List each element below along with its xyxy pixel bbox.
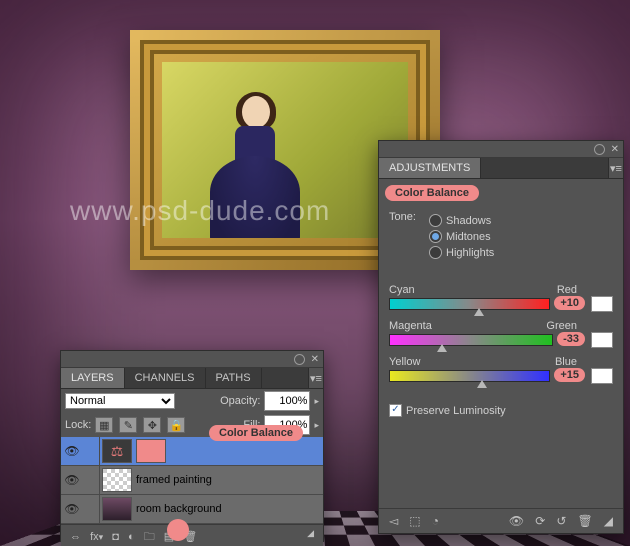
adjustment-layer-icon[interactable]: ◐ — [125, 531, 138, 543]
expand-icon[interactable]: ⬚ — [405, 514, 424, 528]
tone-shadows-radio[interactable]: Shadows — [429, 214, 494, 227]
slider-yellow-blue: Yellow Blue +15 — [389, 356, 613, 384]
return-icon[interactable]: ◅ — [385, 514, 402, 528]
lock-transparency-icon[interactable]: ▦ — [95, 417, 113, 433]
radio-icon — [429, 246, 442, 259]
lock-pixels-icon[interactable]: ✎ — [119, 417, 137, 433]
visibility-icon[interactable]: 👁 — [61, 444, 83, 458]
radio-icon — [429, 230, 442, 243]
slider-value-input[interactable] — [591, 332, 613, 348]
adjustment-thumb-icon[interactable]: ⚖ — [102, 439, 132, 463]
slider-value-highlight: +15 — [554, 368, 585, 382]
layers-list: 👁 ⚖ Color Balance 👁 framed painting 👁 ro… — [61, 437, 323, 524]
slider-magenta-green: Magenta Green -33 — [389, 320, 613, 348]
slider-left-label: Yellow — [389, 356, 420, 368]
layer-mask-icon[interactable]: ◘ — [109, 531, 122, 543]
visibility-icon[interactable]: 👁 — [61, 502, 83, 516]
trash-icon[interactable]: 🗑 — [573, 514, 596, 528]
fill-flyout-icon[interactable]: ▸ — [314, 420, 319, 431]
lock-buttons: ▦ ✎ ✥ 🔒 — [95, 417, 185, 433]
close-icon[interactable]: ✕ — [611, 144, 619, 155]
slider-track[interactable] — [389, 334, 553, 346]
lock-position-icon[interactable]: ✥ — [143, 417, 161, 433]
slider-left-label: Cyan — [389, 284, 415, 296]
slider-right-label: Red — [557, 284, 577, 296]
slider-thumb-icon[interactable] — [474, 308, 484, 316]
layer-color-balance[interactable]: 👁 ⚖ Color Balance — [61, 437, 323, 466]
checkbox-label: Preserve Luminosity — [406, 405, 506, 417]
slider-thumb-icon[interactable] — [477, 380, 487, 388]
layer-room-background[interactable]: 👁 room background — [61, 495, 323, 524]
tab-paths[interactable]: PATHS — [206, 368, 262, 388]
layer-mask-thumb[interactable] — [136, 439, 166, 463]
panel-drag-bar[interactable]: ✕ — [61, 351, 323, 368]
radio-label: Highlights — [446, 247, 494, 259]
layer-name: room background — [134, 503, 222, 515]
tab-adjustments[interactable]: ADJUSTMENTS — [379, 158, 481, 178]
collapse-icon[interactable] — [294, 354, 305, 365]
preserve-luminosity-checkbox[interactable]: ✓ Preserve Luminosity — [389, 404, 613, 417]
layer-name: framed painting — [134, 474, 212, 486]
radio-label: Shadows — [446, 215, 491, 227]
panel-menu-icon[interactable]: ▾≡ — [309, 368, 323, 388]
visibility-icon[interactable]: 👁 — [61, 473, 83, 487]
collapse-icon[interactable] — [594, 144, 605, 155]
layer-thumb[interactable] — [102, 497, 132, 521]
opacity-label: Opacity: — [220, 395, 260, 407]
link-layers-icon[interactable]: ⇔ — [67, 531, 84, 543]
slider-cyan-red: Cyan Red +10 — [389, 284, 613, 312]
reset-icon[interactable]: ↺ — [552, 514, 570, 528]
opacity-flyout-icon[interactable]: ▸ — [314, 396, 319, 407]
slider-right-label: Green — [546, 320, 577, 332]
slider-value-highlight: +10 — [554, 296, 585, 310]
resize-grip-icon[interactable]: ◢ — [600, 514, 617, 528]
layers-panel: ✕ LAYERS CHANNELS PATHS ▾≡ Normal Opacit… — [60, 350, 324, 542]
adjustments-panel: ✕ ADJUSTMENTS ▾≡ Color Balance Tone: Sha… — [378, 140, 624, 534]
lock-all-icon[interactable]: 🔒 — [167, 417, 185, 433]
tab-channels[interactable]: CHANNELS — [125, 368, 206, 388]
slider-value-input[interactable] — [591, 368, 613, 384]
slider-thumb-icon[interactable] — [437, 344, 447, 352]
layers-bottom-toolbar: ⇔ fx▾ ◘ ◐ 🗀 ▤ 🗑 ◢ — [61, 524, 323, 546]
layer-group-icon[interactable]: 🗀 — [141, 531, 158, 543]
lock-label: Lock: — [65, 419, 91, 431]
tone-label: Tone: — [389, 211, 429, 262]
clip-icon[interactable]: ◔ — [428, 514, 443, 528]
layer-style-icon[interactable]: fx▾ — [87, 531, 106, 543]
resize-grip-icon[interactable]: ◢ — [304, 528, 317, 546]
slider-right-label: Blue — [555, 356, 577, 368]
girl-figure — [200, 86, 310, 236]
previous-icon[interactable]: ⟳ — [531, 514, 549, 528]
layer-thumb[interactable] — [102, 468, 132, 492]
tab-layers[interactable]: LAYERS — [61, 368, 125, 388]
slider-value-highlight: -33 — [557, 332, 585, 346]
panel-menu-icon[interactable]: ▾≡ — [609, 158, 623, 178]
radio-icon — [429, 214, 442, 227]
slider-left-label: Magenta — [389, 320, 432, 332]
close-icon[interactable]: ✕ — [311, 354, 319, 365]
adjustment-button-highlight — [167, 519, 189, 541]
adjustment-title-highlight: Color Balance — [385, 185, 479, 201]
scene-background: www.psd-dude.com ✕ LAYERS CHANNELS PATHS… — [0, 0, 630, 546]
slider-track[interactable] — [389, 370, 550, 382]
eye-icon[interactable]: 👁 — [505, 514, 528, 528]
radio-label: Midtones — [446, 231, 491, 243]
tone-highlights-radio[interactable]: Highlights — [429, 246, 494, 259]
slider-track[interactable] — [389, 298, 550, 310]
panel-drag-bar[interactable]: ✕ — [379, 141, 623, 158]
color-balance-highlight: Color Balance — [209, 425, 303, 441]
painting-image — [162, 62, 408, 238]
opacity-input[interactable] — [264, 391, 310, 411]
slider-value-input[interactable] — [591, 296, 613, 312]
adjustments-bottom-toolbar: ◅ ⬚ ◔ 👁 ⟳ ↺ 🗑 ◢ — [379, 508, 623, 533]
layer-framed-painting[interactable]: 👁 framed painting — [61, 466, 323, 495]
tone-midtones-radio[interactable]: Midtones — [429, 230, 494, 243]
blend-mode-select[interactable]: Normal — [65, 393, 175, 409]
checkbox-icon: ✓ — [389, 404, 402, 417]
